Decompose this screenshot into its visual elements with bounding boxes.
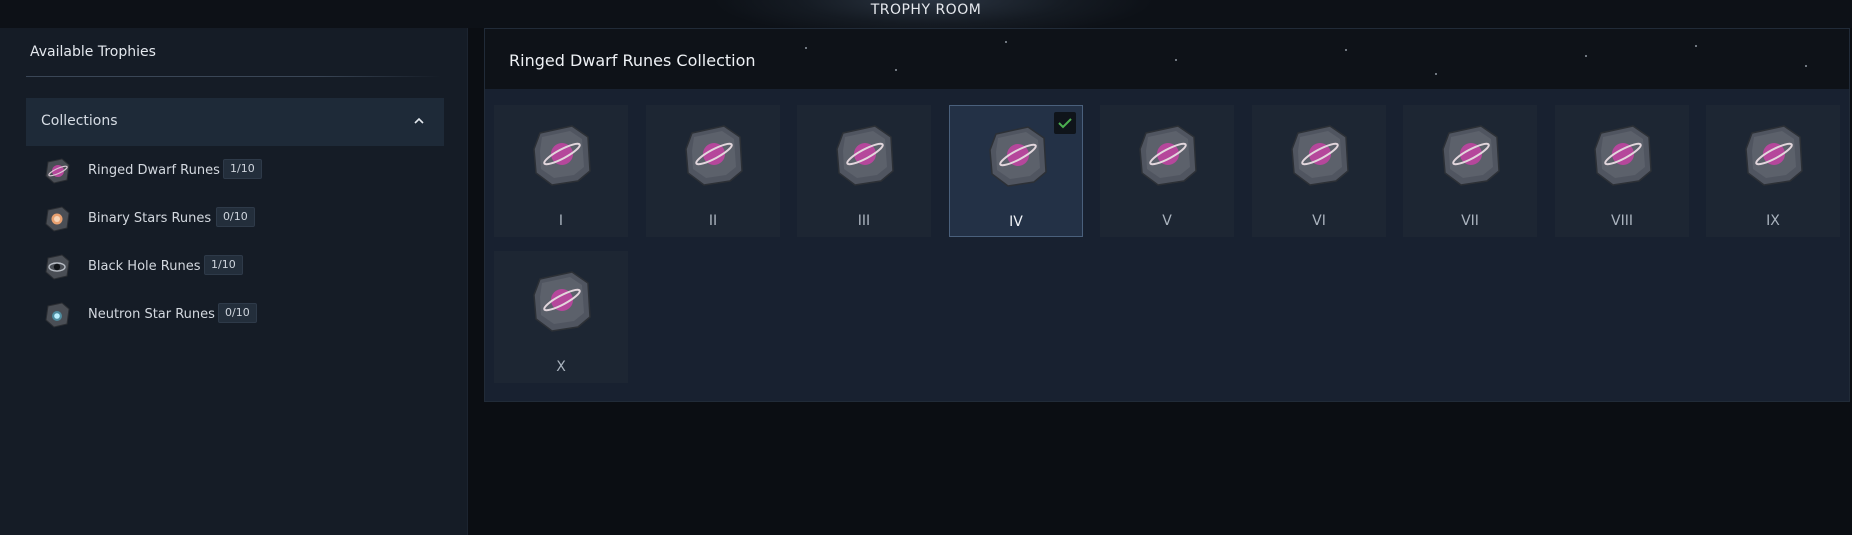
ringed-dwarf-rune-icon	[1740, 121, 1808, 189]
star-decoration	[1585, 55, 1587, 57]
rune-label: VIII	[1611, 213, 1633, 229]
sidebar-title: Available Trophies	[30, 44, 156, 60]
rune-card[interactable]: X	[494, 251, 628, 383]
rune-card[interactable]: VII	[1403, 105, 1537, 237]
star-decoration	[1435, 73, 1437, 75]
collection-item-label: Ringed Dwarf Runes	[88, 163, 220, 178]
rune-card[interactable]: I	[494, 105, 628, 237]
rune-card[interactable]: V	[1100, 105, 1234, 237]
collection-item-label: Black Hole Runes	[88, 259, 201, 274]
star-decoration	[1175, 59, 1177, 61]
collection-header: Ringed Dwarf Runes Collection	[485, 29, 1849, 89]
black-hole-rune-icon	[45, 254, 70, 280]
rune-label: IX	[1766, 213, 1780, 229]
collection-item-label: Neutron Star Runes	[88, 307, 215, 322]
collections-label: Collections	[41, 113, 118, 129]
collection-item-label: Binary Stars Runes	[88, 211, 212, 226]
rune-label: X	[556, 359, 566, 375]
collection-item-neutron-star[interactable]: Neutron Star Runes 0/10	[38, 294, 438, 334]
neutron-star-rune-icon	[45, 302, 70, 328]
sidebar: Available Trophies Collections Ringed Dw…	[0, 28, 468, 535]
rune-label: IV	[1009, 214, 1023, 230]
collection-count-badge: 1/10	[223, 159, 262, 179]
chevron-up-icon	[414, 117, 424, 124]
collections-toggle[interactable]: Collections	[26, 98, 444, 146]
star-decoration	[1695, 45, 1697, 47]
ringed-dwarf-rune-icon	[1134, 121, 1202, 189]
ringed-dwarf-rune-icon	[528, 121, 596, 189]
collection-count-badge: 1/10	[204, 255, 243, 275]
rune-card[interactable]: VIII	[1555, 105, 1689, 237]
rune-card[interactable]: III	[797, 105, 931, 237]
trophy-room-window: TROPHY ROOM Available Trophies Collectio…	[0, 0, 1852, 535]
star-decoration	[805, 47, 807, 49]
collection-item-binary-stars[interactable]: Binary Stars Runes 0/10	[38, 198, 438, 238]
rune-card[interactable]: IX	[1706, 105, 1840, 237]
ringed-dwarf-rune-icon	[984, 122, 1052, 190]
rune-label: VII	[1461, 213, 1479, 229]
star-decoration	[1345, 49, 1347, 51]
ringed-dwarf-rune-icon	[1589, 121, 1657, 189]
sidebar-divider	[26, 76, 441, 77]
rune-label: I	[558, 213, 564, 229]
rune-label: III	[857, 213, 871, 229]
rune-label: V	[1162, 213, 1172, 229]
title-bar: TROPHY ROOM	[0, 0, 1852, 28]
star-decoration	[1005, 41, 1007, 43]
rune-card[interactable]: IV	[949, 105, 1083, 237]
rune-label: VI	[1312, 213, 1326, 229]
binary-stars-rune-icon	[45, 206, 70, 232]
ringed-dwarf-rune-icon	[1437, 121, 1505, 189]
rune-label: II	[708, 213, 718, 229]
checkmark-icon	[1054, 112, 1076, 134]
rune-card[interactable]: VI	[1252, 105, 1386, 237]
ringed-dwarf-rune-icon	[831, 121, 899, 189]
collection-title: Ringed Dwarf Runes Collection	[509, 51, 756, 70]
collection-panel: Ringed Dwarf Runes Collection I II III IV V V…	[484, 28, 1850, 402]
ringed-dwarf-rune-icon	[45, 158, 70, 184]
star-decoration	[895, 69, 897, 71]
collection-count-badge: 0/10	[218, 303, 257, 323]
star-decoration	[1805, 65, 1807, 67]
collection-item-ringed-dwarf[interactable]: Ringed Dwarf Runes 1/10	[38, 150, 438, 190]
ringed-dwarf-rune-icon	[1286, 121, 1354, 189]
ringed-dwarf-rune-icon	[528, 267, 596, 335]
rune-card[interactable]: II	[646, 105, 780, 237]
collection-count-badge: 0/10	[216, 207, 255, 227]
collection-item-black-hole[interactable]: Black Hole Runes 1/10	[38, 246, 438, 286]
window-title: TROPHY ROOM	[870, 2, 982, 18]
ringed-dwarf-rune-icon	[680, 121, 748, 189]
